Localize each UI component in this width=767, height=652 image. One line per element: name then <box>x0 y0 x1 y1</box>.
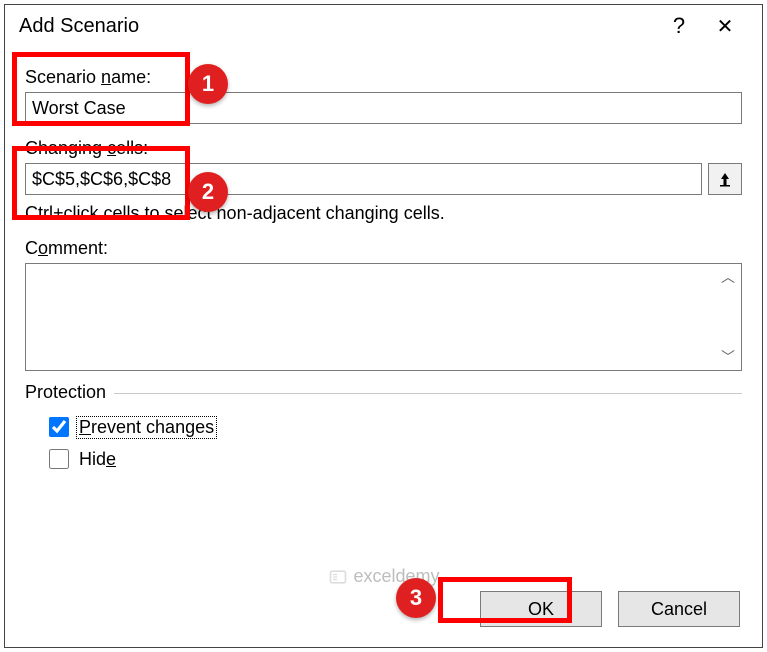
dialog-body: Scenario name: Changing cells: Ctrl+clic… <box>5 47 762 472</box>
scenario-name-input[interactable] <box>25 92 742 124</box>
titlebar: Add Scenario ? ✕ <box>5 5 762 47</box>
dialog-title: Add Scenario <box>19 15 656 38</box>
comment-textarea[interactable]: ︿ ﹀ <box>25 263 742 371</box>
label-hotkey: c <box>107 138 116 158</box>
add-scenario-dialog: Add Scenario ? ✕ Scenario name: Changing… <box>4 4 763 648</box>
help-button[interactable]: ? <box>656 13 702 39</box>
prevent-changes-checkbox[interactable] <box>49 417 69 437</box>
scenario-name-label: Scenario name: <box>25 67 742 88</box>
dialog-buttons: OK Cancel <box>480 591 740 627</box>
scroll-up-icon[interactable]: ︿ <box>717 266 739 288</box>
watermark: exceldemy <box>327 566 439 587</box>
prevent-changes-row: Prevent changes <box>45 414 742 440</box>
changing-cells-input[interactable] <box>25 163 702 195</box>
prevent-changes-label[interactable]: Prevent changes <box>77 417 216 438</box>
ok-button[interactable]: OK <box>480 591 602 627</box>
hide-checkbox[interactable] <box>49 449 69 469</box>
label-text: ame: <box>111 67 151 87</box>
comment-label: Comment: <box>25 238 742 259</box>
changing-cells-hint: Ctrl+click cells to select non-adjacent … <box>25 203 742 224</box>
label-text: Changing <box>25 138 107 158</box>
label-text: revent changes <box>91 417 214 437</box>
label-hotkey: e <box>106 449 116 469</box>
label-text: Hid <box>79 449 106 469</box>
protection-group: Protection Prevent changes Hide <box>25 393 742 472</box>
watermark-icon <box>327 567 347 587</box>
hide-row: Hide <box>45 446 742 472</box>
label-text: mment: <box>48 238 108 258</box>
changing-cells-label: Changing cells: <box>25 138 742 159</box>
hide-label[interactable]: Hide <box>77 449 118 470</box>
watermark-text: exceldemy <box>353 566 439 587</box>
label-text: Scenario <box>25 67 101 87</box>
label-hotkey: o <box>38 238 48 258</box>
changing-cells-row <box>25 163 742 195</box>
collapse-dialog-button[interactable] <box>708 163 742 195</box>
cancel-button[interactable]: Cancel <box>618 591 740 627</box>
label-text: C <box>25 238 38 258</box>
protection-group-title: Protection <box>25 382 114 403</box>
scroll-down-icon[interactable]: ﹀ <box>717 346 739 368</box>
label-hotkey: P <box>79 417 91 437</box>
label-text: ells: <box>116 138 148 158</box>
range-picker-icon <box>717 171 733 187</box>
label-hotkey: n <box>101 67 111 87</box>
close-button[interactable]: ✕ <box>702 14 748 39</box>
